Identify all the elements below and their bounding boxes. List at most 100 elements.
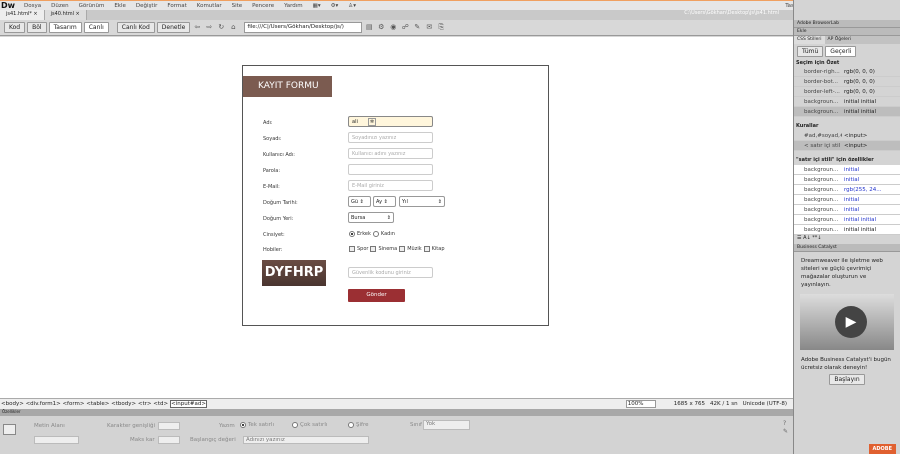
summary-row[interactable]: border-righ... rgb(0, 0, 0): [794, 67, 900, 77]
user-icon[interactable]: ♙▾: [343, 3, 361, 9]
cok-satir-option[interactable]: Çok satırlı: [292, 422, 327, 428]
list-view-icon[interactable]: A↓: [803, 235, 812, 241]
set-properties-icon[interactable]: **↓: [812, 235, 821, 241]
help-icon[interactable]: ?: [783, 420, 786, 427]
canli-kod-button[interactable]: Canlı Kod: [116, 22, 155, 33]
yil-select[interactable]: Yıl ⇕: [399, 196, 445, 207]
gonder-button[interactable]: Gönder: [348, 289, 405, 302]
property-row[interactable]: backgroun... initial initial: [794, 215, 900, 225]
property-row[interactable]: backgroun... rgb(255, 24...: [794, 185, 900, 195]
email-input[interactable]: E-Mail giriniz: [348, 180, 433, 191]
home-icon[interactable]: ⌂: [228, 23, 238, 32]
menu-yardim[interactable]: Yardım: [279, 3, 308, 9]
property-row[interactable]: backgroun... initial: [794, 175, 900, 185]
yil-value: Yıl: [402, 199, 408, 205]
id-input[interactable]: [34, 436, 79, 444]
multiscreen-icon[interactable]: ⚙: [376, 23, 386, 32]
property-row[interactable]: backgroun... initial initial: [794, 225, 900, 235]
property-row[interactable]: backgroun... initial: [794, 205, 900, 215]
tab-css-stilleri[interactable]: CSS Stilleri: [794, 36, 825, 44]
yazim-label: Yazım: [219, 423, 235, 429]
kadin-label: Kadın: [380, 231, 395, 237]
tumu-button[interactable]: Tümü: [797, 46, 824, 57]
parola-input[interactable]: [348, 164, 433, 175]
rule-row[interactable]: < satır içi stil ><input>: [794, 141, 900, 151]
bol-button[interactable]: Böl: [27, 22, 47, 33]
selected-tag[interactable]: <input#ad>: [170, 400, 207, 408]
menu-format[interactable]: Format: [162, 3, 191, 9]
kod-button[interactable]: Kod: [4, 22, 26, 33]
back-icon[interactable]: ⇦: [192, 23, 202, 32]
tab-js40[interactable]: js40.html ×: [44, 10, 87, 20]
kadin-radio[interactable]: [372, 231, 379, 237]
tab-js41[interactable]: js41.html* ×: [0, 10, 45, 20]
zoom-select[interactable]: 100%: [625, 400, 656, 408]
tab-ap-ogeleri[interactable]: AP Öğeleri: [825, 36, 855, 44]
karakter-input[interactable]: [158, 422, 180, 430]
visual-aids-icon[interactable]: ✎: [412, 23, 422, 32]
muzik-checkbox[interactable]: [399, 246, 406, 252]
maks-input[interactable]: [158, 436, 180, 444]
dogum-yeri-select[interactable]: Bursa ⇕: [348, 212, 394, 223]
summary-row[interactable]: backgroun... initial initial: [794, 97, 900, 107]
spor-checkbox[interactable]: [349, 246, 355, 252]
soyad-input[interactable]: Soyadınızı yazınız: [348, 132, 433, 143]
cok-satir-radio[interactable]: [292, 422, 298, 428]
baslangic-input[interactable]: Adınızı yazınız: [243, 436, 369, 444]
baslayin-button[interactable]: Başlayın: [829, 374, 865, 385]
menu-komutlar[interactable]: Komutlar: [192, 3, 227, 9]
guvenlik-input[interactable]: Güvenlik kodunu giriniz: [348, 267, 433, 278]
edit-icon[interactable]: ✎: [783, 428, 788, 435]
kullanici-input[interactable]: Kullanıcı adını yazınız: [348, 148, 433, 159]
bc-video[interactable]: ▶: [800, 294, 894, 350]
css-panel-toolbar: ☰ A↓ **↓: [794, 235, 900, 244]
property-row[interactable]: backgroun... initial: [794, 165, 900, 175]
play-icon[interactable]: ▶: [835, 306, 867, 338]
summary-row[interactable]: border-bot... rgb(0, 0, 0): [794, 77, 900, 87]
gear-icon[interactable]: ⚙▾: [326, 3, 344, 9]
menu-gorunum[interactable]: Görünüm: [74, 3, 110, 9]
summary-row[interactable]: backgroun... initial initial: [794, 107, 900, 117]
sifre-option[interactable]: Şifre: [348, 422, 368, 428]
denetle-button[interactable]: Denetle: [156, 22, 191, 33]
canli-button[interactable]: Canlı: [83, 22, 109, 33]
ad-input[interactable]: ali ✲: [348, 116, 433, 127]
menu-dosya[interactable]: Dosya: [19, 3, 46, 9]
ekle-panel[interactable]: Ekle: [794, 28, 900, 36]
menu-site[interactable]: Site: [227, 3, 248, 9]
tek-satir-option[interactable]: Tek satırlı: [240, 422, 274, 428]
preview-icon[interactable]: ◉: [388, 23, 398, 32]
property-row[interactable]: backgroun... initial: [794, 195, 900, 205]
menu-degistir[interactable]: Değiştir: [131, 3, 162, 9]
window-size[interactable]: 1685 x 765: [674, 401, 705, 407]
forward-icon[interactable]: ⇨: [204, 23, 214, 32]
sinema-checkbox[interactable]: [370, 246, 377, 252]
erkek-radio[interactable]: [349, 231, 355, 237]
file-path: C:\Users\Gökhan\Desktop\js\js41.html: [684, 10, 779, 16]
validate-icon[interactable]: ✉: [424, 23, 434, 32]
summary-list: border-righ... rgb(0, 0, 0) border-bot... r…: [794, 67, 900, 117]
layout-icon[interactable]: ▦▾: [308, 3, 326, 9]
kitap-checkbox[interactable]: [423, 246, 430, 252]
properties-title: "satır içi stili" için özellikler: [796, 157, 874, 163]
sinif-select[interactable]: Yok: [423, 420, 470, 430]
page-icon[interactable]: ▤: [364, 23, 374, 32]
gun-select[interactable]: Gü ⇕: [348, 196, 371, 207]
menu-duzen[interactable]: Düzen: [46, 3, 73, 9]
menu-ekle[interactable]: Ekle: [109, 3, 131, 9]
menu-pencere[interactable]: Pencere: [247, 3, 279, 9]
sifre-radio[interactable]: [348, 422, 354, 428]
tek-satir-radio[interactable]: [240, 422, 246, 428]
browserlab-panel[interactable]: Adobe BrowserLab: [794, 20, 900, 28]
gecerli-button[interactable]: Geçerli: [825, 46, 857, 57]
summary-row[interactable]: border-left-... rgb(0, 0, 0): [794, 87, 900, 97]
tag-selector[interactable]: <body> <div.form1> <form> <table> <tbody…: [1, 401, 168, 407]
refresh-icon[interactable]: ↻: [216, 23, 226, 32]
rule-row[interactable]: #ad,#soyad,#ka...<input>: [794, 131, 900, 141]
tasarim-button[interactable]: Tasarım: [48, 22, 82, 33]
business-catalyst-tab[interactable]: Business Catalyst: [794, 244, 900, 252]
ay-select[interactable]: Ay ⇕: [373, 196, 396, 207]
check-icon[interactable]: ⎘: [436, 23, 446, 32]
debug-icon[interactable]: ☍: [400, 23, 410, 32]
address-input[interactable]: file:///C|/Users/Gökhan/Desktop/js/): [244, 22, 363, 33]
